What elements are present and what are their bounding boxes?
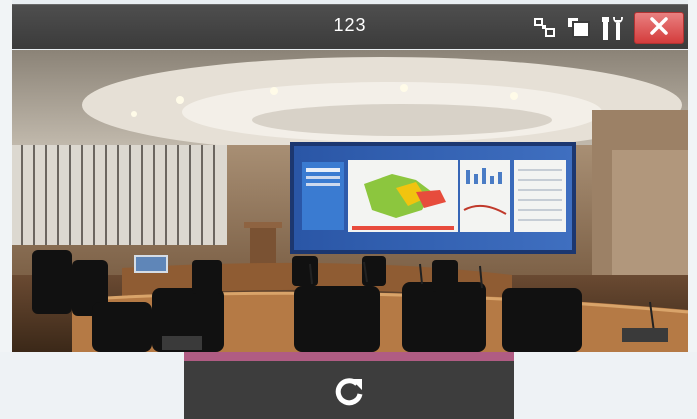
window-frame-left <box>0 0 12 352</box>
conference-room-image <box>12 50 688 352</box>
split-view-icon[interactable] <box>532 15 558 41</box>
window-frame-right <box>688 0 697 352</box>
refresh-icon <box>332 375 366 414</box>
refresh-panel <box>184 352 514 419</box>
fullscreen-icon[interactable] <box>566 15 592 41</box>
close-icon <box>650 16 668 40</box>
refresh-button[interactable] <box>329 374 369 414</box>
camera-feed <box>12 50 688 352</box>
title-bar-controls <box>532 12 684 44</box>
close-button[interactable] <box>634 12 684 44</box>
title-bar: 123 <box>12 4 688 49</box>
refresh-progress-bar <box>184 352 514 361</box>
settings-tools-icon[interactable] <box>600 15 626 41</box>
viewer-window: 123 <box>0 0 697 419</box>
